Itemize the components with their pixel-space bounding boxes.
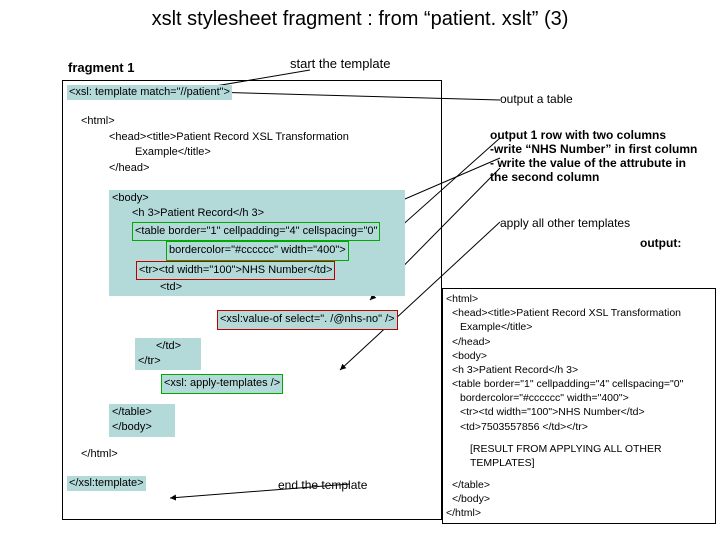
- code-html-open: <html>: [81, 115, 115, 127]
- out-l1: <html>: [446, 293, 478, 305]
- code-value-of: <xsl:value-of select=". /@nhs-no" />: [217, 310, 398, 329]
- out-l4: </head>: [452, 336, 491, 348]
- code-head2: Example</title>: [135, 146, 211, 158]
- out-l9: <tr><td width="100">NHS Number</td>: [460, 406, 645, 418]
- label-row1b: -write “NHS Number” in first column: [490, 142, 697, 156]
- code-head1: <head><title>Patient Record XSL Transfor…: [109, 131, 349, 143]
- code-apply-templates: <xsl: apply-templates />: [161, 374, 283, 393]
- label-output-table: output a table: [500, 92, 573, 106]
- code-tpl-close: </xsl:template>: [67, 476, 146, 491]
- code-head3: </head>: [109, 162, 149, 174]
- label-row1a: output 1 row with two columns: [490, 128, 666, 142]
- fragment-label: fragment 1: [68, 60, 134, 75]
- out-result: [RESULT FROM APPLYING ALL OTHER TEMPLATE…: [470, 443, 662, 469]
- slide-title: xslt stylesheet fragment : from “patient…: [0, 0, 720, 35]
- code-table1: <table border="1" cellpadding="4" cellsp…: [132, 222, 380, 241]
- out-l13: </html>: [446, 507, 481, 519]
- code-tr1: <tr><td width="100">NHS Number</td>: [136, 261, 335, 280]
- code-tr-close: </tr>: [138, 355, 161, 367]
- label-output: output:: [640, 236, 681, 250]
- code-html-close: </html>: [81, 448, 118, 460]
- out-l3: Example</title>: [460, 321, 532, 333]
- code-h3: <h 3>Patient Record</h 3>: [132, 207, 264, 219]
- code-table2: bordercolor="#cccccc" width="400">: [166, 241, 349, 260]
- code-tpl-open: <xsl: template match="//patient">: [67, 85, 232, 100]
- out-l12: </body>: [452, 493, 490, 505]
- label-row1c: - write the value of the attrubute in th…: [490, 156, 686, 184]
- label-apply-all: apply all other templates: [500, 216, 630, 230]
- out-l7: <table border="1" cellpadding="4" cellsp…: [452, 378, 683, 390]
- out-l2: <head><title>Patient Record XSL Transfor…: [452, 307, 681, 319]
- code-body-open: <body>: [112, 192, 149, 204]
- output-box: <html> <head><title>Patient Record XSL T…: [442, 288, 716, 524]
- code-table-close: </table>: [112, 406, 152, 418]
- start-template-label: start the template: [290, 56, 390, 71]
- out-l10: <td>7503557856 </td></tr>: [460, 421, 588, 433]
- label-end-template: end the template: [278, 478, 367, 492]
- code-box: <xsl: template match="//patient"> <html>…: [62, 80, 442, 520]
- out-l5: <body>: [452, 350, 487, 362]
- out-l8: bordercolor="#cccccc" width="400">: [460, 392, 629, 404]
- code-body-close: </body>: [112, 421, 152, 433]
- code-td-open: <td>: [160, 281, 182, 293]
- code-td-close: </td>: [156, 340, 181, 352]
- out-l11: </table>: [452, 479, 490, 491]
- out-l6: <h 3>Patient Record</h 3>: [452, 364, 578, 376]
